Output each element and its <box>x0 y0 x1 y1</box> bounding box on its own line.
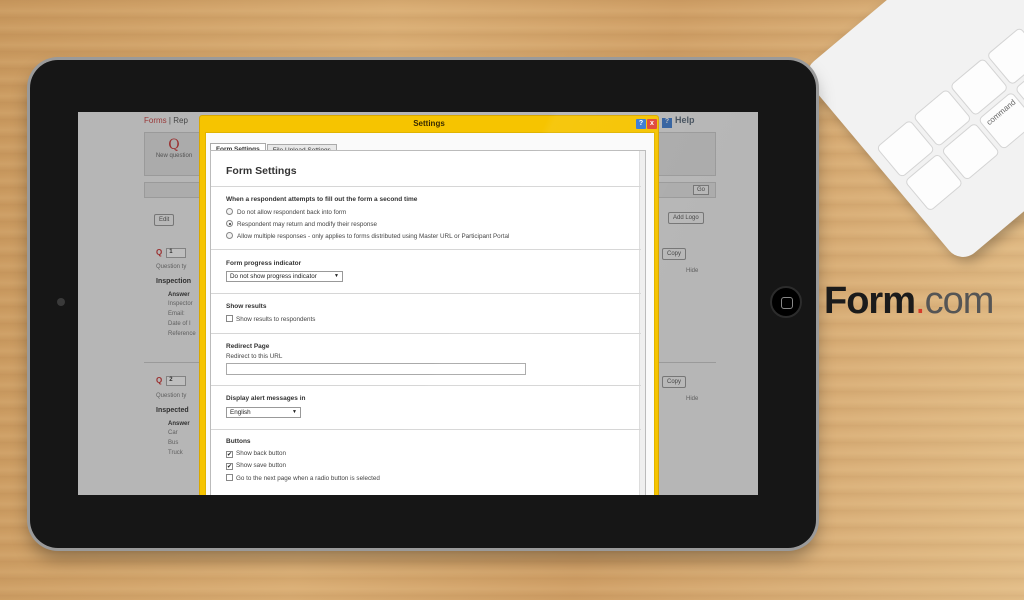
select-value: Do not show progress indicator <box>230 273 317 280</box>
radio-button-selected[interactable] <box>226 220 233 227</box>
dialog-title: Settings <box>413 119 445 128</box>
checkbox[interactable] <box>226 474 233 481</box>
select-value: English <box>230 409 251 416</box>
redirect-url-input[interactable] <box>226 363 526 375</box>
radio-label: Do not allow respondent back into form <box>237 209 347 216</box>
section-heading: When a respondent attempts to fill out t… <box>226 196 418 203</box>
radio-may-modify[interactable]: Respondent may return and modify their r… <box>226 220 377 228</box>
redirect-label: Redirect to this URL <box>226 353 283 360</box>
checkbox-checked[interactable]: ✔ <box>226 451 233 458</box>
show-save-button-option[interactable]: ✔ Show save button <box>226 462 286 470</box>
chevron-down-icon: ▼ <box>292 409 297 415</box>
tab-bar: Form SettingsFile Upload Settings <box>210 137 338 156</box>
show-results-option[interactable]: Show results to respondents <box>226 315 315 323</box>
radio-button[interactable] <box>226 232 233 239</box>
tablet-screen: Forms | Rep ? Help Q New question Go Edit… <box>78 112 758 495</box>
brand-name: Form <box>824 280 916 322</box>
show-back-button-option[interactable]: ✔ Show back button <box>226 450 286 458</box>
radio-multiple-responses[interactable]: Allow multiple responses - only applies … <box>226 232 509 240</box>
progress-indicator-select[interactable]: Do not show progress indicator ▼ <box>226 271 343 282</box>
home-button[interactable] <box>770 286 802 318</box>
progress-section: Form progress indicator Do not show prog… <box>211 249 641 293</box>
dialog-help-icon[interactable]: ? <box>636 119 646 129</box>
camera-icon <box>57 298 65 306</box>
settings-dialog: Settings ? x Form SettingsFile Upload Se… <box>199 115 659 495</box>
section-heading: Buttons <box>226 438 251 445</box>
section-heading: Show results <box>226 303 267 310</box>
checkbox-label: Show save button <box>236 462 287 469</box>
section-heading: Redirect Page <box>226 343 270 350</box>
section-heading: Form progress indicator <box>226 260 302 267</box>
auto-next-page-option[interactable]: Go to the next page when a radio button … <box>226 474 380 482</box>
form-settings-panel: Form Settings When a respondent attempts… <box>210 150 646 495</box>
checkbox-label: Show back button <box>236 450 287 457</box>
buttons-section: Buttons ✔ Show back button ✔ Show save but… <box>211 429 641 495</box>
dialog-close-icon[interactable]: x <box>647 119 657 129</box>
radio-no-return[interactable]: Do not allow respondent back into form <box>226 208 346 216</box>
panel-title: Form Settings <box>226 165 297 177</box>
radio-button[interactable] <box>226 208 233 215</box>
checkbox-label: Go to the next page when a radio button … <box>236 475 380 482</box>
alerts-section: Display alert messages in English ▼ <box>211 385 641 429</box>
section-heading: Display alert messages in <box>226 395 306 402</box>
brand-logo: Form.com <box>824 280 995 323</box>
resubmit-section: When a respondent attempts to fill out t… <box>211 186 641 249</box>
checkbox[interactable] <box>226 315 233 322</box>
chevron-down-icon: ▼ <box>334 273 339 279</box>
tablet-device: Forms | Rep ? Help Q New question Go Edit… <box>30 60 816 548</box>
checkbox-checked[interactable]: ✔ <box>226 463 233 470</box>
radio-label: Respondent may return and modify their r… <box>237 221 378 228</box>
checkbox-label: Show results to respondents <box>236 316 316 323</box>
redirect-section: Redirect Page Redirect to this URL <box>211 333 641 385</box>
brand-tld: com <box>924 280 995 322</box>
results-section: Show results Show results to respondents <box>211 293 641 333</box>
keyboard: command option <box>800 0 1024 265</box>
dialog-body: Form SettingsFile Upload Settings Form S… <box>205 132 655 495</box>
brand-dot: . <box>915 280 926 322</box>
alert-language-select[interactable]: English ▼ <box>226 407 301 418</box>
radio-label: Allow multiple responses - only applies … <box>237 233 510 240</box>
